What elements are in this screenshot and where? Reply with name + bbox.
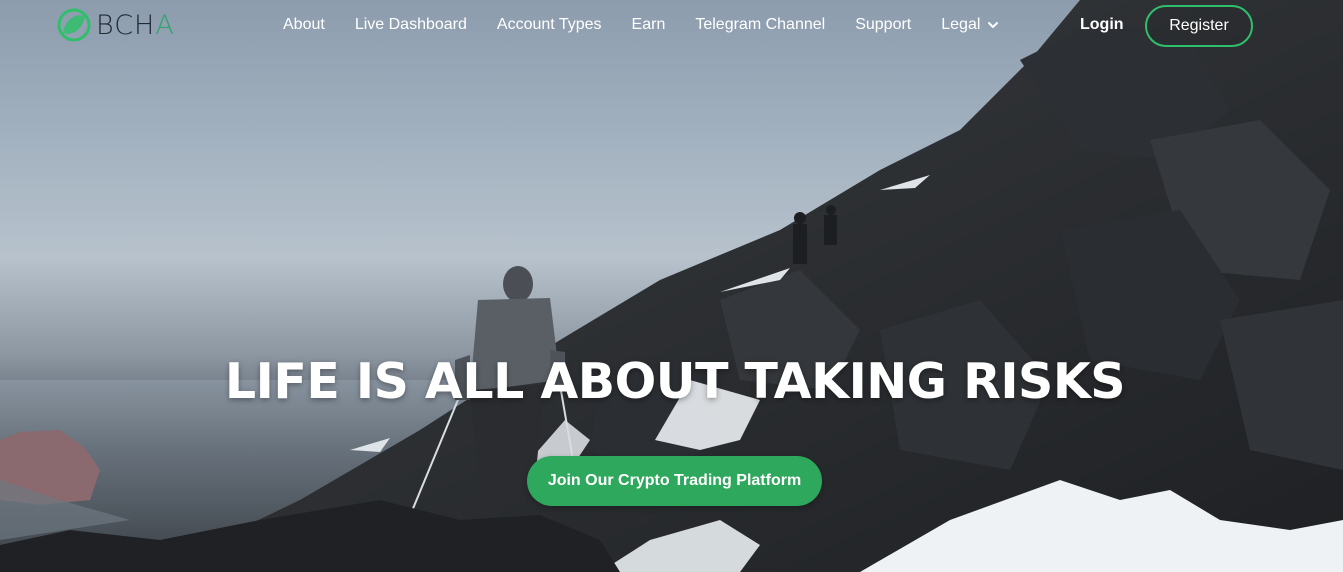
brand-logo-icon (57, 8, 91, 42)
brand-logo-text: BCHA (96, 10, 175, 41)
nav-item-earn[interactable]: Earn (632, 16, 666, 34)
hero-section: BCHA About Live Dashboard Account Types … (0, 0, 1343, 572)
brand-logo-text-suffix: A (155, 9, 175, 41)
register-button[interactable]: Register (1145, 5, 1253, 47)
nav-item-live-dashboard[interactable]: Live Dashboard (355, 16, 467, 34)
main-menu: About Live Dashboard Account Types Earn … (283, 16, 1029, 34)
nav-item-telegram-channel[interactable]: Telegram Channel (695, 16, 825, 34)
hero-headline: LIFE IS ALL ABOUT TAKING RISKS (224, 352, 1126, 410)
nav-item-legal-label: Legal (941, 16, 981, 33)
nav-item-legal[interactable]: Legal (941, 16, 999, 34)
join-platform-button[interactable]: Join Our Crypto Trading Platform (527, 456, 822, 506)
login-link[interactable]: Login (1080, 16, 1124, 34)
brand-logo-text-prefix: BCH (96, 9, 156, 41)
chevron-down-icon (988, 22, 999, 28)
top-navigation: BCHA About Live Dashboard Account Types … (0, 0, 1343, 56)
brand-logo[interactable]: BCHA (56, 7, 175, 43)
nav-item-about[interactable]: About (283, 16, 325, 34)
nav-item-support[interactable]: Support (855, 16, 911, 34)
nav-item-account-types[interactable]: Account Types (497, 16, 602, 34)
